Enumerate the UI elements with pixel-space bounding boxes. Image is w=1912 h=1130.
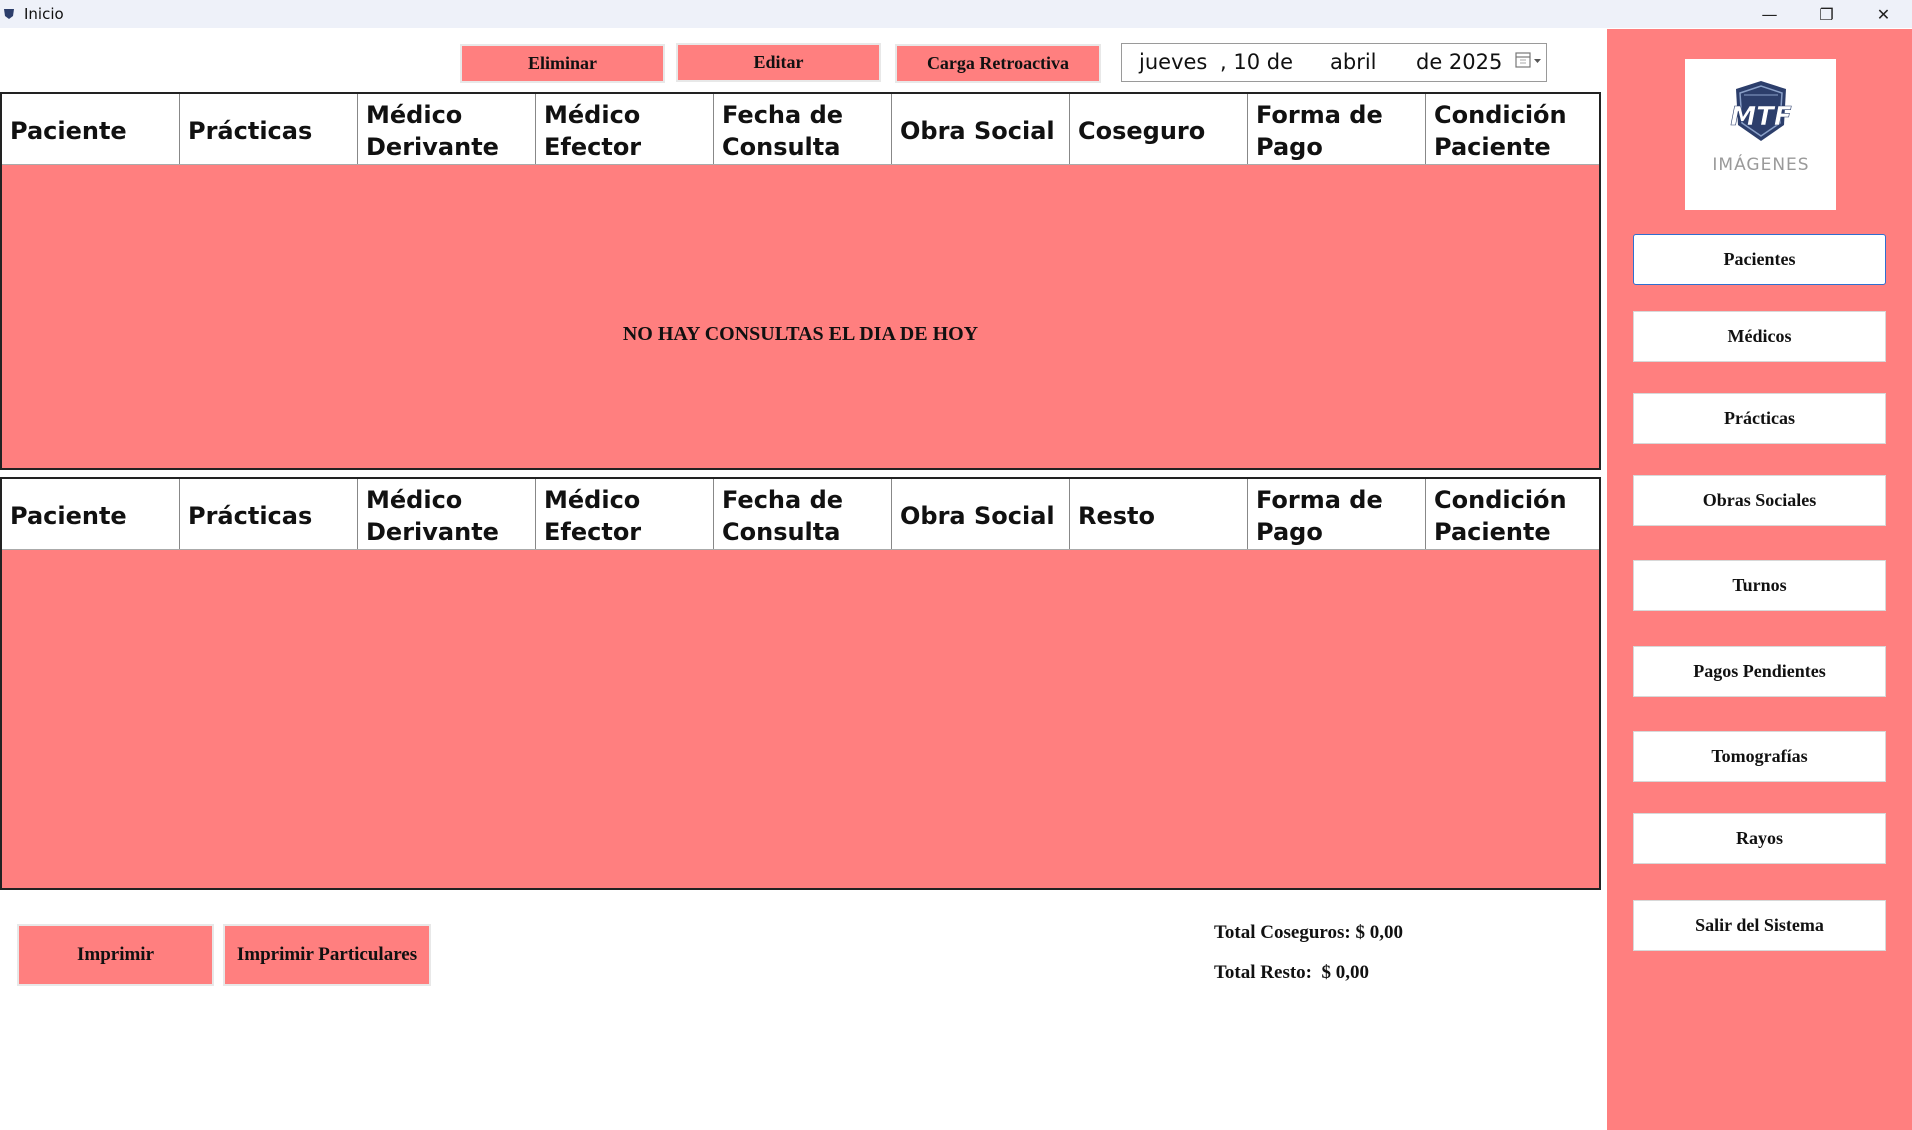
logo-subtitle: IMÁGENES	[1712, 153, 1809, 175]
column-header[interactable]: Médico Efector	[536, 479, 714, 549]
eliminar-button[interactable]: Eliminar	[460, 44, 665, 83]
column-header[interactable]: Médico Efector	[536, 94, 714, 164]
sidebar-item-tomografias[interactable]: Tomografías	[1633, 731, 1886, 782]
minimize-button[interactable]: —	[1741, 0, 1798, 28]
maximize-button[interactable]: ❐	[1798, 0, 1855, 28]
editar-button[interactable]: Editar	[676, 43, 881, 82]
date-year[interactable]: de 2025	[1416, 50, 1502, 74]
sidebar-item-practicas[interactable]: Prácticas	[1633, 393, 1886, 444]
column-header[interactable]: Forma de Pago	[1248, 479, 1426, 549]
app-icon	[2, 7, 16, 21]
column-header[interactable]: Prácticas	[180, 94, 358, 164]
column-header[interactable]: Médico Derivante	[358, 94, 536, 164]
date-month[interactable]: abril	[1330, 50, 1377, 74]
total-resto: Total Resto: $ 0,00	[1214, 962, 1369, 983]
date-picker[interactable]: jueves , 10 de abril de 2025	[1121, 43, 1547, 82]
column-header[interactable]: Forma de Pago	[1248, 94, 1426, 164]
window-controls: — ❐ ✕	[1741, 0, 1912, 28]
column-header[interactable]: Fecha de Consulta	[714, 479, 892, 549]
close-button[interactable]: ✕	[1855, 0, 1912, 28]
sidebar-item-obras-sociales[interactable]: Obras Sociales	[1633, 475, 1886, 526]
sidebar-item-rayos[interactable]: Rayos	[1633, 813, 1886, 864]
column-header[interactable]: Condición Paciente	[1426, 94, 1599, 164]
consultas-table-header: Paciente Prácticas Médico Derivante Médi…	[2, 94, 1599, 165]
column-header[interactable]: Fecha de Consulta	[714, 94, 892, 164]
column-header[interactable]: Paciente	[2, 94, 180, 164]
sidebar-item-pacientes[interactable]: Pacientes	[1633, 234, 1886, 285]
window-title: Inicio	[24, 5, 64, 23]
date-weekday[interactable]: jueves	[1139, 50, 1207, 74]
column-header[interactable]: Médico Derivante	[358, 479, 536, 549]
imprimir-button[interactable]: Imprimir	[17, 924, 214, 986]
logo: MTF IMÁGENES	[1685, 59, 1836, 210]
date-day[interactable]: , 10 de	[1220, 50, 1293, 74]
empty-table-message: NO HAY CONSULTAS EL DIA DE HOY	[622, 323, 979, 345]
window-title-bar: Inicio — ❐ ✕	[0, 0, 1912, 28]
imprimir-particulares-button[interactable]: Imprimir Particulares	[223, 924, 431, 986]
calendar-dropdown-icon[interactable]	[1515, 50, 1543, 74]
column-header[interactable]: Paciente	[2, 479, 180, 549]
column-header[interactable]: Obra Social	[892, 94, 1070, 164]
particulares-table[interactable]: Paciente Prácticas Médico Derivante Médi…	[0, 477, 1601, 890]
sidebar-item-salir[interactable]: Salir del Sistema	[1633, 900, 1886, 951]
particulares-table-header: Paciente Prácticas Médico Derivante Médi…	[2, 479, 1599, 550]
column-header[interactable]: Resto	[1070, 479, 1248, 549]
sidebar-item-pagos-pendientes[interactable]: Pagos Pendientes	[1633, 646, 1886, 697]
carga-retroactiva-button[interactable]: Carga Retroactiva	[895, 44, 1101, 83]
sidebar-item-medicos[interactable]: Médicos	[1633, 311, 1886, 362]
consultas-table[interactable]: Paciente Prácticas Médico Derivante Médi…	[0, 92, 1601, 470]
column-header[interactable]: Prácticas	[180, 479, 358, 549]
column-header[interactable]: Coseguro	[1070, 94, 1248, 164]
logo-brand: MTF	[1730, 102, 1792, 132]
sidebar-item-turnos[interactable]: Turnos	[1633, 560, 1886, 611]
column-header[interactable]: Obra Social	[892, 479, 1070, 549]
sidebar: MTF IMÁGENES Pacientes Médicos Prácticas…	[1607, 29, 1912, 1130]
column-header[interactable]: Condición Paciente	[1426, 479, 1599, 549]
total-coseguros: Total Coseguros: $ 0,00	[1214, 922, 1403, 943]
